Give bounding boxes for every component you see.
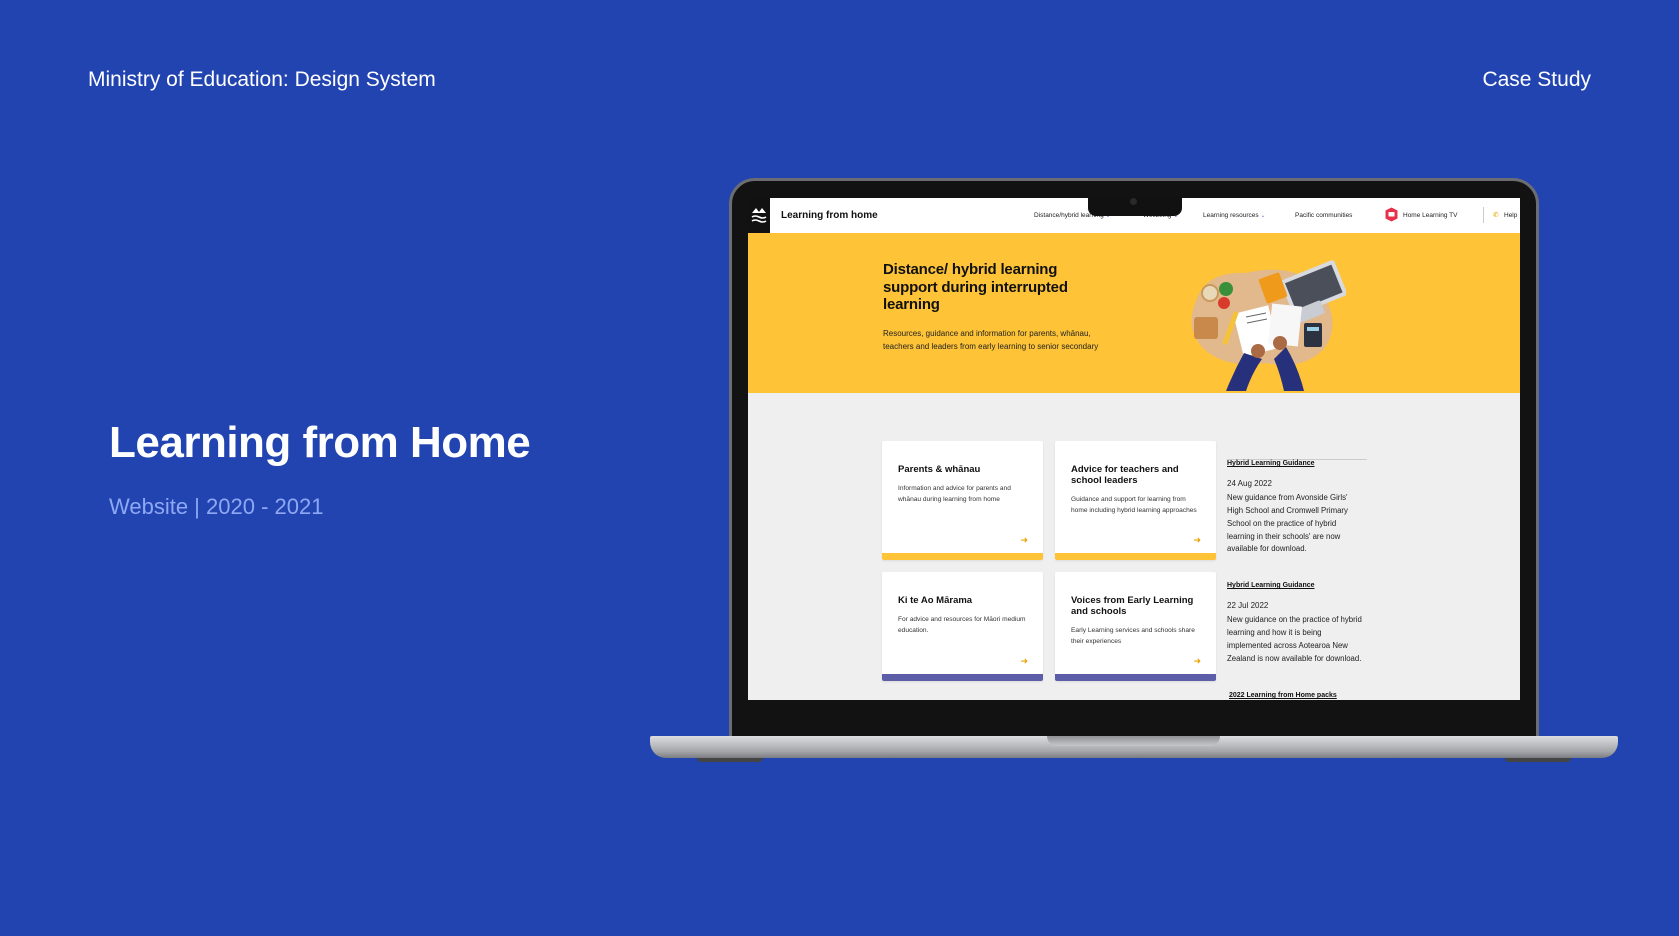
news-date: 24 Aug 2022 [1227, 479, 1272, 488]
news-link[interactable]: Hybrid Learning Guidance [1227, 460, 1365, 467]
laptop-camera [1130, 198, 1137, 205]
card-title: Voices from Early Learning and schools [1071, 595, 1194, 617]
home-learning-tv-icon[interactable] [1385, 207, 1398, 222]
news-body: New guidance from Avonside Girls' High S… [1227, 493, 1348, 554]
card-voices[interactable]: Voices from Early Learning and schools E… [1055, 572, 1216, 681]
chevron-down-icon: ⌄ [1260, 213, 1266, 219]
card-title: Parents & whānau [898, 464, 981, 475]
news-date: 22 Jul 2022 [1227, 601, 1269, 610]
card-teachers-leaders[interactable]: Advice for teachers and school leaders G… [1055, 441, 1216, 560]
nav-label: Help [1504, 212, 1518, 219]
phone-icon[interactable]: ✆ [1493, 211, 1499, 219]
nav-label: Home Learning TV [1403, 212, 1458, 219]
slide-title: Learning from Home [109, 418, 531, 467]
laptop-foot-left [697, 758, 763, 762]
card-accent-bar [882, 553, 1043, 560]
laptop-foot-right [1505, 758, 1571, 762]
hero-illustration [1191, 260, 1346, 391]
card-description: Information and advice for parents and w… [898, 485, 1011, 503]
card-ki-te-ao-marama[interactable]: Ki te Ao Mārama For advice and resources… [882, 572, 1043, 681]
site-name[interactable]: Learning from home [781, 210, 878, 221]
card-description: Early Learning services and schools shar… [1071, 627, 1195, 645]
nav-label: Learning resources [1203, 212, 1259, 219]
card-description: Guidance and support for learning from h… [1071, 496, 1197, 514]
laptop-screen: Learning from home Distance/hybrid learn… [748, 198, 1520, 700]
arrow-right-icon: ➜ [1020, 656, 1028, 666]
slide-header-right: Case Study [1482, 68, 1591, 91]
card-title: Advice for teachers and school leaders [1071, 464, 1179, 486]
nav-divider [1483, 207, 1484, 223]
nav-home-learning-tv[interactable]: Home Learning TV [1403, 212, 1457, 219]
card-accent-bar [1055, 553, 1216, 560]
card-accent-bar [1055, 674, 1216, 681]
news-item: Hybrid Learning Guidance 24 Aug 2022 New… [1227, 460, 1365, 556]
moe-logo-icon[interactable] [748, 198, 770, 233]
news-body: New guidance on the practice of hybrid l… [1227, 615, 1362, 663]
hero-banner: Distance/ hybrid learning support during… [748, 233, 1520, 393]
news-item: 2022 Learning from Home packs [1229, 692, 1367, 699]
slide-header-left: Ministry of Education: Design System [88, 68, 436, 91]
card-parents-whanau[interactable]: Parents & whānau Information and advice … [882, 441, 1043, 560]
arrow-right-icon: ➜ [1020, 535, 1028, 545]
news-item: Hybrid Learning Guidance 22 Jul 2022 New… [1227, 582, 1365, 665]
nav-learning-resources[interactable]: Learning resources ⌄ [1203, 212, 1266, 219]
card-description: For advice and resources for Māori mediu… [898, 616, 1026, 634]
arrow-right-icon: ➜ [1193, 535, 1201, 545]
news-link[interactable]: 2022 Learning from Home packs [1229, 692, 1367, 699]
arrow-right-icon: ➜ [1193, 656, 1201, 666]
hero-title: Distance/ hybrid learning support during… [883, 261, 1068, 314]
nav-pacific-communities[interactable]: Pacific communities [1295, 212, 1352, 219]
nav-help[interactable]: Help [1504, 212, 1517, 219]
card-accent-bar [882, 674, 1043, 681]
laptop-base-notch [1047, 736, 1220, 746]
card-title: Ki te Ao Mārama [898, 595, 973, 606]
nav-label: Pacific communities [1295, 212, 1353, 219]
hero-description: Resources, guidance and information for … [883, 329, 1099, 352]
slide-subtitle: Website | 2020 - 2021 [109, 494, 324, 519]
news-link[interactable]: Hybrid Learning Guidance [1227, 582, 1365, 589]
